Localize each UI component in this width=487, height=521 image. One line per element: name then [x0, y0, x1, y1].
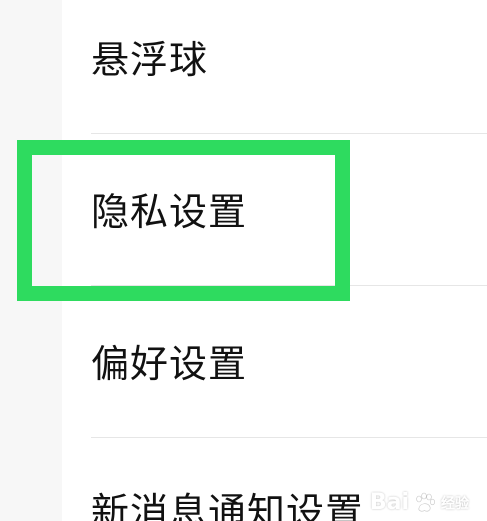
- settings-screen: 悬浮球 隐私设置 偏好设置 新消息通知设置 Bai 经验: [0, 0, 487, 521]
- settings-item-label: 隐私设置: [91, 190, 248, 234]
- watermark-brand: Bai: [369, 490, 409, 515]
- watermark-suffix: 经验: [441, 495, 469, 512]
- left-gutter: [0, 0, 62, 521]
- settings-list: 悬浮球 隐私设置 偏好设置 新消息通知设置: [62, 0, 487, 521]
- settings-item-floating-ball[interactable]: 悬浮球: [62, 0, 487, 152]
- paw-icon: [416, 492, 435, 511]
- settings-item-preferences[interactable]: 偏好设置: [62, 286, 487, 438]
- watermark: Bai 经验: [370, 490, 469, 515]
- settings-item-label: 悬浮球: [91, 38, 209, 82]
- settings-item-label: 偏好设置: [91, 342, 248, 386]
- settings-item-label: 新消息通知设置: [91, 490, 365, 521]
- settings-item-privacy[interactable]: 隐私设置: [62, 134, 487, 286]
